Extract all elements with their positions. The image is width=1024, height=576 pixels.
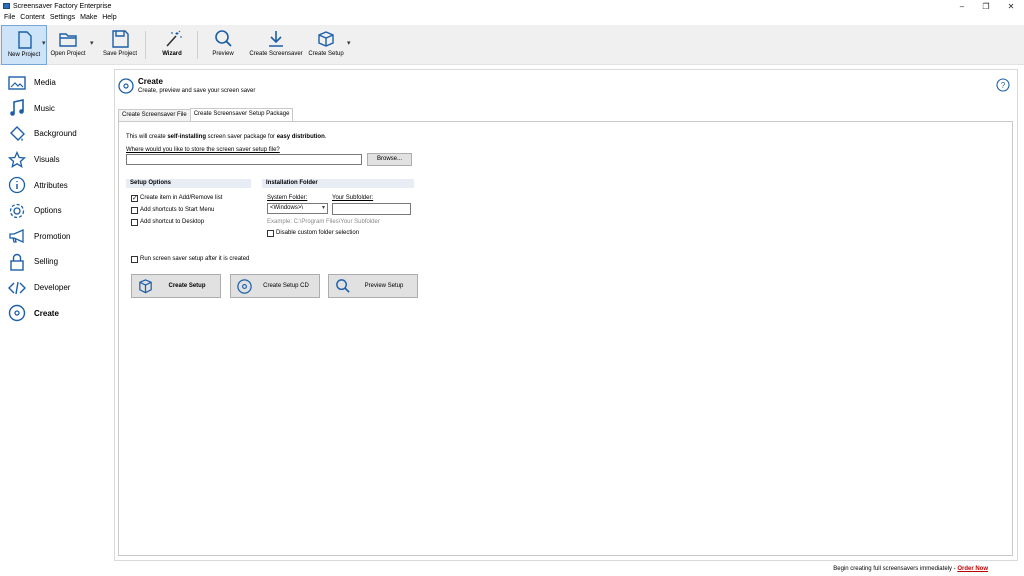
disable-custom-label: Disable custom folder selection — [276, 230, 360, 236]
path-label: Where would you like to store the screen… — [126, 147, 280, 153]
folder-icon — [59, 33, 77, 47]
sidebar-item-create[interactable]: Create — [0, 300, 110, 326]
save-project-button[interactable]: Save Project — [100, 25, 140, 65]
main-panel: Create Create, preview and save your scr… — [114, 69, 1018, 561]
info-icon — [8, 176, 26, 194]
disc-icon — [118, 78, 134, 94]
save-disk-icon — [112, 30, 129, 48]
system-folder-select[interactable]: <Windows>\ ▾ — [267, 203, 328, 214]
magnifier-icon — [215, 30, 232, 47]
restore-button[interactable]: ❐ — [975, 1, 997, 12]
magnifier-icon — [336, 279, 350, 293]
tab-content: This will create self-installing screen … — [118, 121, 1013, 556]
subfolder-input[interactable] — [332, 203, 411, 215]
svg-text:?: ? — [1001, 81, 1006, 90]
paint-bucket-icon — [8, 125, 26, 143]
star-icon — [8, 150, 26, 169]
create-setup-dropdown-icon[interactable]: ▾ — [347, 39, 351, 47]
image-icon — [8, 74, 26, 92]
sidebar-item-options[interactable]: Options — [0, 198, 110, 224]
installation-folder-header: Installation Folder — [262, 179, 414, 188]
package-box-icon — [139, 279, 152, 294]
help-icon[interactable]: ? — [996, 78, 1010, 92]
disable-custom-checkbox[interactable] — [267, 230, 274, 237]
megaphone-icon — [8, 227, 26, 245]
preview-button[interactable]: Preview — [205, 25, 241, 65]
download-arrow-icon — [269, 31, 283, 47]
sidebar-item-media[interactable]: Media — [0, 70, 110, 96]
footer-promo: Begin creating full screensavers immedia… — [833, 566, 988, 572]
create-setup-button[interactable]: Create Setup — [307, 25, 345, 65]
desktop-label: Add shortcut to Desktop — [140, 219, 205, 225]
sidebar-item-background[interactable]: Background — [0, 121, 110, 147]
menu-bar: File Content Settings Make Help — [0, 14, 117, 24]
toolbar-separator — [197, 31, 198, 59]
sidebar-item-attributes[interactable]: Attributes — [0, 172, 110, 198]
desktop-checkbox[interactable] — [131, 219, 138, 226]
create-setup-cd-button[interactable]: Create Setup CD — [230, 274, 320, 298]
setup-path-input[interactable] — [126, 154, 362, 165]
open-project-dropdown-icon[interactable]: ▾ — [90, 39, 94, 47]
toolbar: New Project ▾ Open Project ▾ Save Projec… — [0, 25, 1024, 65]
chevron-down-icon: ▾ — [321, 205, 325, 211]
create-screensaver-button[interactable]: Create Screensaver — [248, 25, 304, 65]
menu-settings[interactable]: Settings — [50, 14, 75, 24]
create-setup-action-button[interactable]: Create Setup — [131, 274, 221, 298]
new-document-icon — [18, 31, 32, 49]
open-project-button[interactable]: Open Project — [48, 25, 88, 65]
window-title: Screensaver Factory Enterprise — [13, 3, 112, 10]
menu-content[interactable]: Content — [20, 14, 45, 24]
sidebar-item-promotion[interactable]: Promotion — [0, 224, 110, 250]
page-subtitle: Create, preview and save your screen sav… — [138, 88, 256, 94]
disc-icon — [237, 279, 252, 294]
toolbar-separator — [145, 31, 146, 59]
new-project-dropdown-icon[interactable]: ▾ — [42, 39, 46, 47]
preview-setup-button[interactable]: Preview Setup — [328, 274, 418, 298]
addremove-checkbox[interactable] — [131, 194, 138, 202]
system-folder-label: System Folder: — [267, 195, 308, 201]
menu-help[interactable]: Help — [102, 14, 116, 24]
code-icon — [8, 279, 26, 297]
sidebar-item-selling[interactable]: Selling — [0, 249, 110, 275]
page-title: Create — [138, 77, 163, 86]
startmenu-checkbox[interactable] — [131, 207, 138, 214]
setup-options-header: Setup Options — [126, 179, 251, 188]
menu-make[interactable]: Make — [80, 14, 97, 24]
app-logo-icon — [3, 3, 10, 9]
run-after-label: Run screen saver setup after it is creat… — [140, 256, 250, 262]
disc-icon — [8, 304, 26, 322]
menu-file[interactable]: File — [4, 14, 15, 24]
sidebar: Media Music Background Visuals Attribute… — [0, 70, 110, 326]
sidebar-item-visuals[interactable]: Visuals — [0, 147, 110, 173]
close-button[interactable]: ✕ — [1000, 1, 1022, 12]
lock-icon — [8, 253, 26, 271]
tab-create-setup-package[interactable]: Create Screensaver Setup Package — [189, 108, 294, 121]
new-project-button[interactable]: New Project — [1, 25, 47, 65]
tab-strip: Create Screensaver File Create Screensav… — [118, 108, 294, 121]
browse-button[interactable]: Browse... — [367, 153, 412, 166]
package-box-icon — [318, 31, 334, 47]
wizard-button[interactable]: Wizard — [152, 25, 192, 65]
startmenu-label: Add shortcuts to Start Menu — [140, 207, 215, 213]
magic-wand-icon — [166, 30, 182, 47]
sidebar-item-music[interactable]: Music — [0, 96, 110, 122]
gear-icon — [8, 202, 26, 220]
order-now-link[interactable]: Order Now — [957, 566, 988, 572]
title-bar: Screensaver Factory Enterprise – ❐ ✕ — [0, 0, 1024, 13]
run-after-checkbox[interactable] — [131, 256, 138, 263]
minimize-button[interactable]: – — [951, 1, 973, 12]
intro-text: This will create self-installing screen … — [126, 134, 327, 140]
music-note-icon — [8, 99, 26, 117]
subfolder-label: Your Subfolder: — [332, 195, 374, 201]
sidebar-item-developer[interactable]: Developer — [0, 275, 110, 301]
addremove-label: Create item in Add/Remove list — [140, 195, 223, 201]
tab-create-screensaver-file[interactable]: Create Screensaver File — [118, 109, 191, 121]
example-path-text: Example: C:\Program Files\Your Subfolder — [267, 219, 380, 225]
